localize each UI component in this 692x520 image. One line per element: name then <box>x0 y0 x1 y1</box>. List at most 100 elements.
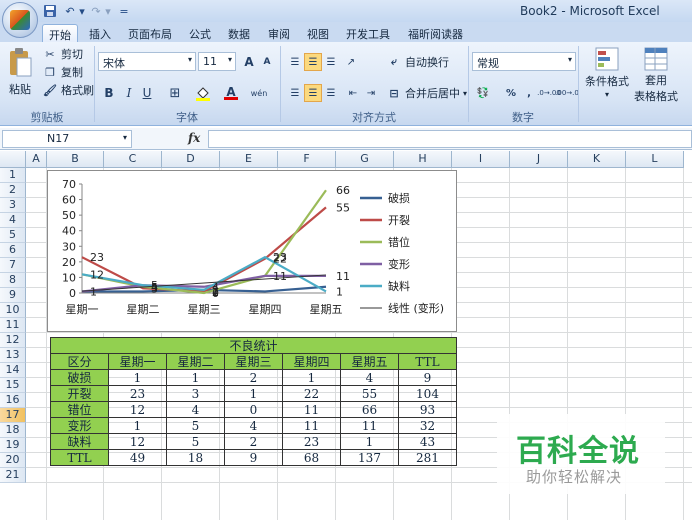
table-format-icon <box>644 47 668 71</box>
merge-center-button[interactable]: ⊟ 合并后居中 ▾ <box>386 85 467 101</box>
y-tick-label: 0 <box>69 287 76 300</box>
chevron-down-icon: ▾ <box>567 55 572 64</box>
wrap-text-button[interactable]: ⤶ 自动换行 <box>386 54 449 70</box>
font-name-select[interactable]: 宋体 ▾ <box>98 52 196 71</box>
tab-review[interactable]: 审阅 <box>262 24 296 42</box>
paste-button[interactable]: 粘贴 <box>6 46 34 97</box>
phonetic-button[interactable]: wén <box>250 84 268 102</box>
row-header-6[interactable]: 6 <box>0 243 26 258</box>
formula-input[interactable] <box>208 130 692 148</box>
tab-formulas[interactable]: 公式 <box>183 24 217 42</box>
align-middle-button[interactable]: ☰ <box>304 53 322 71</box>
row-header-16[interactable]: 16 <box>0 393 26 408</box>
row-header-19[interactable]: 19 <box>0 438 26 453</box>
row-header-11[interactable]: 11 <box>0 318 26 333</box>
tab-page-layout[interactable]: 页面布局 <box>122 24 178 42</box>
align-right-button[interactable]: ☰ <box>322 84 340 102</box>
name-box[interactable]: N17 ▾ <box>2 130 132 148</box>
comma-button[interactable]: , <box>520 84 538 102</box>
orientation-icon: ↗ <box>346 56 356 68</box>
align-center-button[interactable]: ☰ <box>304 84 322 102</box>
shrink-font-button[interactable]: A <box>258 53 276 71</box>
fill-color-button[interactable] <box>194 84 212 102</box>
cut-button[interactable]: ✂ 剪切 <box>42 46 83 62</box>
align-bottom-button[interactable]: ☰ <box>322 53 340 71</box>
row-header-14[interactable]: 14 <box>0 363 26 378</box>
table-cell: 68 <box>282 449 341 466</box>
underline-label: U <box>142 86 152 100</box>
office-button[interactable] <box>2 2 38 38</box>
orientation-button[interactable]: ↗ <box>342 53 360 71</box>
align-top-button[interactable]: ☰ <box>286 53 304 71</box>
redo-dropdown-icon[interactable]: ▾ <box>100 3 116 19</box>
increase-indent-button[interactable]: ⇥ <box>362 84 380 102</box>
merge-center-label: 合并后居中 <box>405 87 460 100</box>
table-cell: 4 <box>340 369 399 386</box>
column-header-B[interactable]: B <box>47 151 104 168</box>
table-header-cell: 区分 <box>50 353 109 370</box>
row-header-18[interactable]: 18 <box>0 423 26 438</box>
defect-stats-table: 不良统计 区分 星期一 星期二 星期三 星期四 星期五 TTL 破损 1 1 2 1 4 9 开裂 23 3 1 22… <box>50 337 457 466</box>
y-tick-label: 10 <box>62 271 76 284</box>
row-header-1[interactable]: 1 <box>0 168 26 183</box>
row-header-4[interactable]: 4 <box>0 213 26 228</box>
column-header-J[interactable]: J <box>510 151 568 168</box>
column-header-A[interactable]: A <box>26 151 47 168</box>
column-header-I[interactable]: I <box>452 151 510 168</box>
row-header-10[interactable]: 10 <box>0 303 26 318</box>
column-header-G[interactable]: G <box>336 151 394 168</box>
insert-function-button[interactable]: fx <box>188 131 200 145</box>
column-header-C[interactable]: C <box>104 151 162 168</box>
grow-font-button[interactable]: A <box>240 53 258 71</box>
column-header-E[interactable]: E <box>220 151 278 168</box>
customize-quick-access[interactable]: = <box>116 3 132 19</box>
italic-button[interactable]: I <box>120 84 138 102</box>
underline-button[interactable]: U <box>138 84 156 102</box>
row-header-12[interactable]: 12 <box>0 333 26 348</box>
table-header-cell: 星期二 <box>166 353 225 370</box>
column-header-H[interactable]: H <box>394 151 452 168</box>
font-color-button[interactable]: A <box>222 84 240 102</box>
format-painter-button[interactable]: 🖌 格式刷 <box>42 82 94 98</box>
column-header-L[interactable]: L <box>626 151 684 168</box>
tab-home[interactable]: 开始 <box>42 24 78 42</box>
data-label: 1 <box>90 285 97 298</box>
tab-insert[interactable]: 插入 <box>83 24 117 42</box>
select-all-corner[interactable] <box>0 151 26 168</box>
row-header-21[interactable]: 21 <box>0 468 26 483</box>
copy-button[interactable]: ❐ 复制 <box>42 64 83 80</box>
decrease-decimal-button[interactable]: .00→.0 <box>555 84 579 102</box>
column-header-K[interactable]: K <box>568 151 626 168</box>
save-icon[interactable] <box>42 3 58 19</box>
row-header-13[interactable]: 13 <box>0 348 26 363</box>
number-format-select[interactable]: 常规 ▾ <box>472 52 576 71</box>
tab-view[interactable]: 视图 <box>301 24 335 42</box>
row-header-5[interactable]: 5 <box>0 228 26 243</box>
row-header-15[interactable]: 15 <box>0 378 26 393</box>
font-size-select[interactable]: 11 ▾ <box>198 52 236 71</box>
line-chart[interactable]: 0 10 20 30 40 50 60 70 星期一 星期二 星期三 星期四 星期五 23 12 1 5 5 4 3 4… <box>47 170 457 332</box>
row-header-3[interactable]: 3 <box>0 198 26 213</box>
table-cell: 22 <box>282 385 341 402</box>
tab-foxit-reader[interactable]: 福昕阅读器 <box>402 24 469 42</box>
column-header-F[interactable]: F <box>278 151 336 168</box>
percent-button[interactable]: % <box>502 84 520 102</box>
border-button[interactable]: ⊞ <box>166 84 184 102</box>
tab-developer[interactable]: 开发工具 <box>340 24 396 42</box>
row-header-20[interactable]: 20 <box>0 453 26 468</box>
column-header-D[interactable]: D <box>162 151 220 168</box>
row-header-7[interactable]: 7 <box>0 258 26 273</box>
row-header-9[interactable]: 9 <box>0 288 26 303</box>
tab-data[interactable]: 数据 <box>222 24 256 42</box>
row-header-8[interactable]: 8 <box>0 273 26 288</box>
decrease-indent-button[interactable]: ⇤ <box>344 84 362 102</box>
bold-button[interactable]: B <box>100 84 118 102</box>
legend-label-破损: 破损 <box>388 191 410 205</box>
format-as-table-button[interactable]: 套用 表格格式 <box>630 46 682 104</box>
align-left-button[interactable]: ☰ <box>286 84 304 102</box>
table-cell: 12 <box>108 433 167 450</box>
row-header-2[interactable]: 2 <box>0 183 26 198</box>
conditional-format-button[interactable]: 条件格式 ▾ <box>584 46 630 99</box>
currency-button[interactable]: 💱 <box>474 84 492 102</box>
row-header-17[interactable]: 17 <box>0 408 26 423</box>
